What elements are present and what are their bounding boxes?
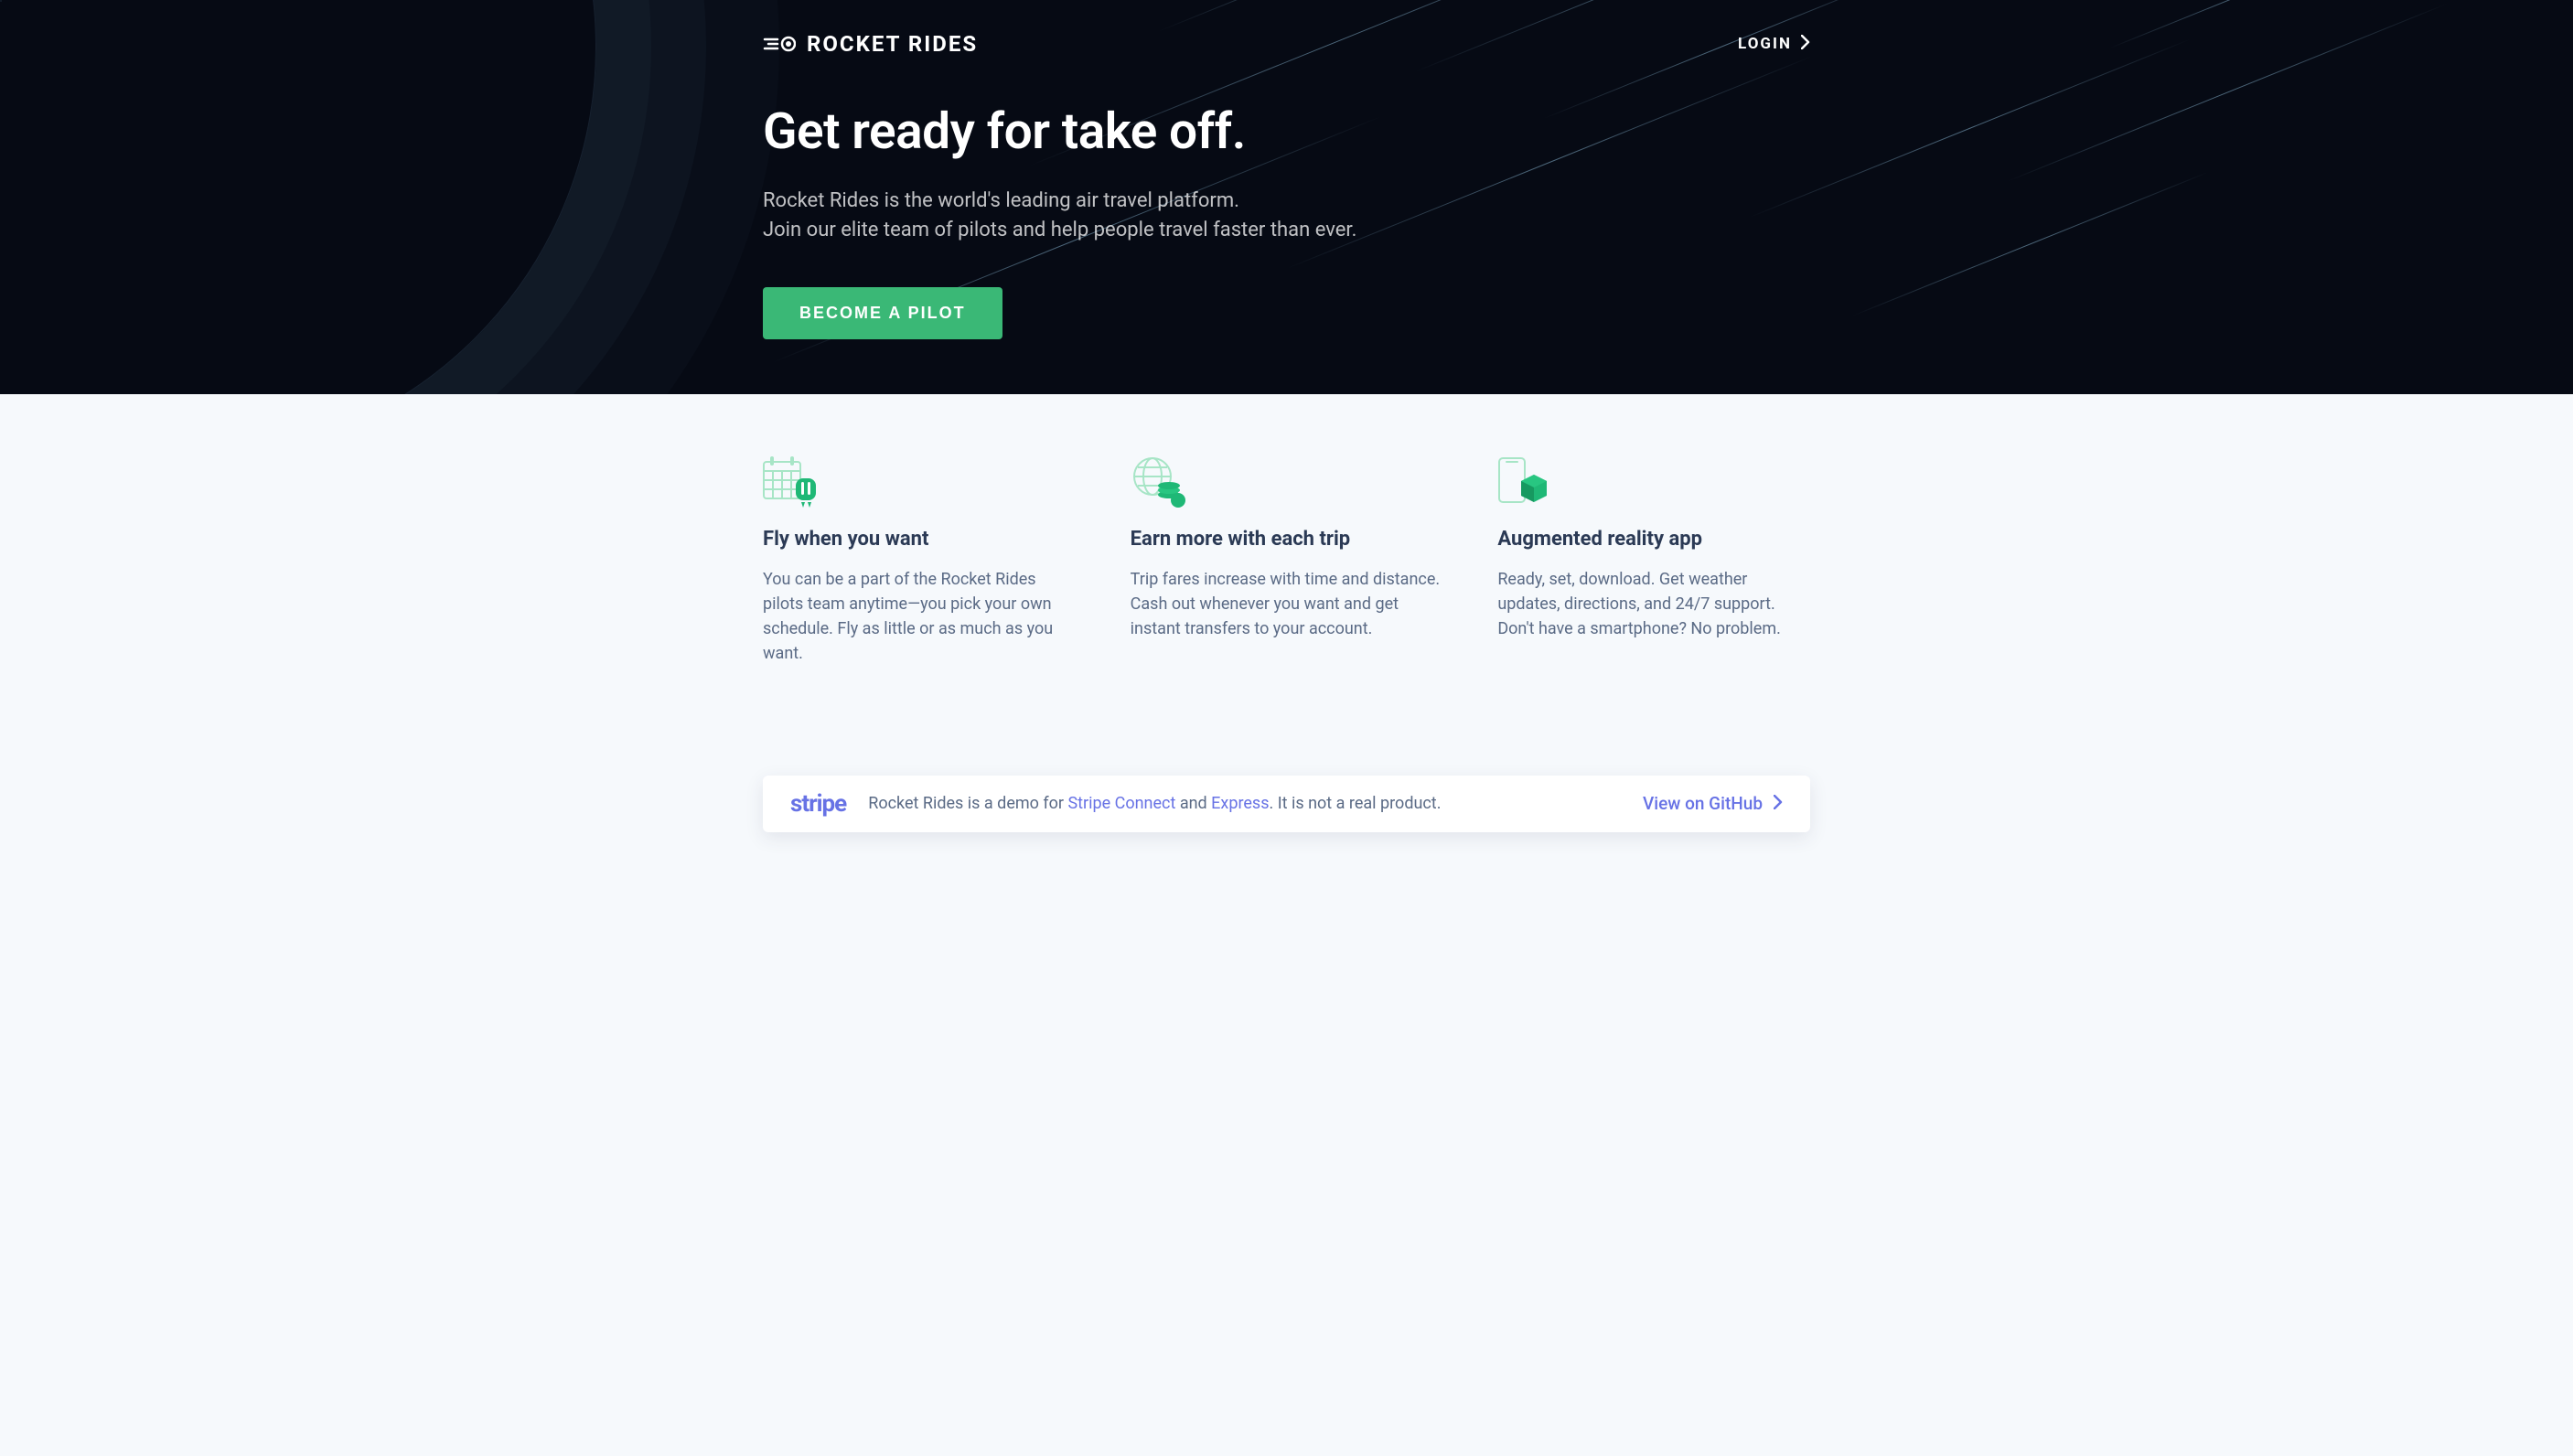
view-github-link[interactable]: View on GitHub [1643,793,1783,814]
feature-body: You can be a part of the Rocket Rides pi… [763,567,1076,666]
feature-title: Augmented reality app [1497,528,1810,551]
stripe-connect-link[interactable]: Stripe Connect [1067,794,1175,813]
stripe-logo: stripe [790,790,846,818]
hero-subtitle-line2: Join our elite team of pilots and help p… [763,219,1356,241]
become-pilot-button[interactable]: BECOME A PILOT [763,287,1002,339]
express-link[interactable]: Express [1211,794,1269,813]
chevron-right-icon [1801,35,1810,54]
feature-body: Ready, set, download. Get weather update… [1497,567,1810,641]
globe-coins-icon [1131,455,1443,509]
phone-cube-icon [1497,455,1810,509]
brand[interactable]: ROCKET RIDES [763,31,978,57]
chevron-right-icon [1774,793,1783,814]
banner-text: Rocket Rides is a demo for Stripe Connec… [868,794,1621,813]
brand-name: ROCKET RIDES [807,31,978,57]
view-github-label: View on GitHub [1643,793,1763,814]
feature-title: Earn more with each trip [1131,528,1443,551]
feature-earn: Earn more with each trip Trip fares incr… [1131,455,1443,666]
calendar-jetpack-icon [763,455,1076,509]
rocket-icon [763,33,796,55]
feature-fly: Fly when you want You can be a part of t… [763,455,1076,666]
banner-text-mid: and [1175,794,1211,813]
hero-title: Get ready for take off. [763,102,1810,161]
feature-title: Fly when you want [763,528,1076,551]
banner-text-prefix: Rocket Rides is a demo for [868,794,1067,813]
hero-subtitle: Rocket Rides is the world's leading air … [763,187,1810,245]
stripe-banner: stripe Rocket Rides is a demo for Stripe… [763,776,1810,832]
hero-subtitle-line1: Rocket Rides is the world's leading air … [763,189,1239,212]
login-label: LOGIN [1738,35,1792,53]
hero-section: ROCKET RIDES LOGIN Get ready for take of… [0,0,2573,394]
feature-body: Trip fares increase with time and distan… [1131,567,1443,641]
top-nav: ROCKET RIDES LOGIN [763,27,1810,102]
banner-text-suffix: . It is not a real product. [1270,794,1442,813]
feature-app: Augmented reality app Ready, set, downlo… [1497,455,1810,666]
features-section: Fly when you want You can be a part of t… [0,394,2573,832]
login-link[interactable]: LOGIN [1738,35,1810,54]
